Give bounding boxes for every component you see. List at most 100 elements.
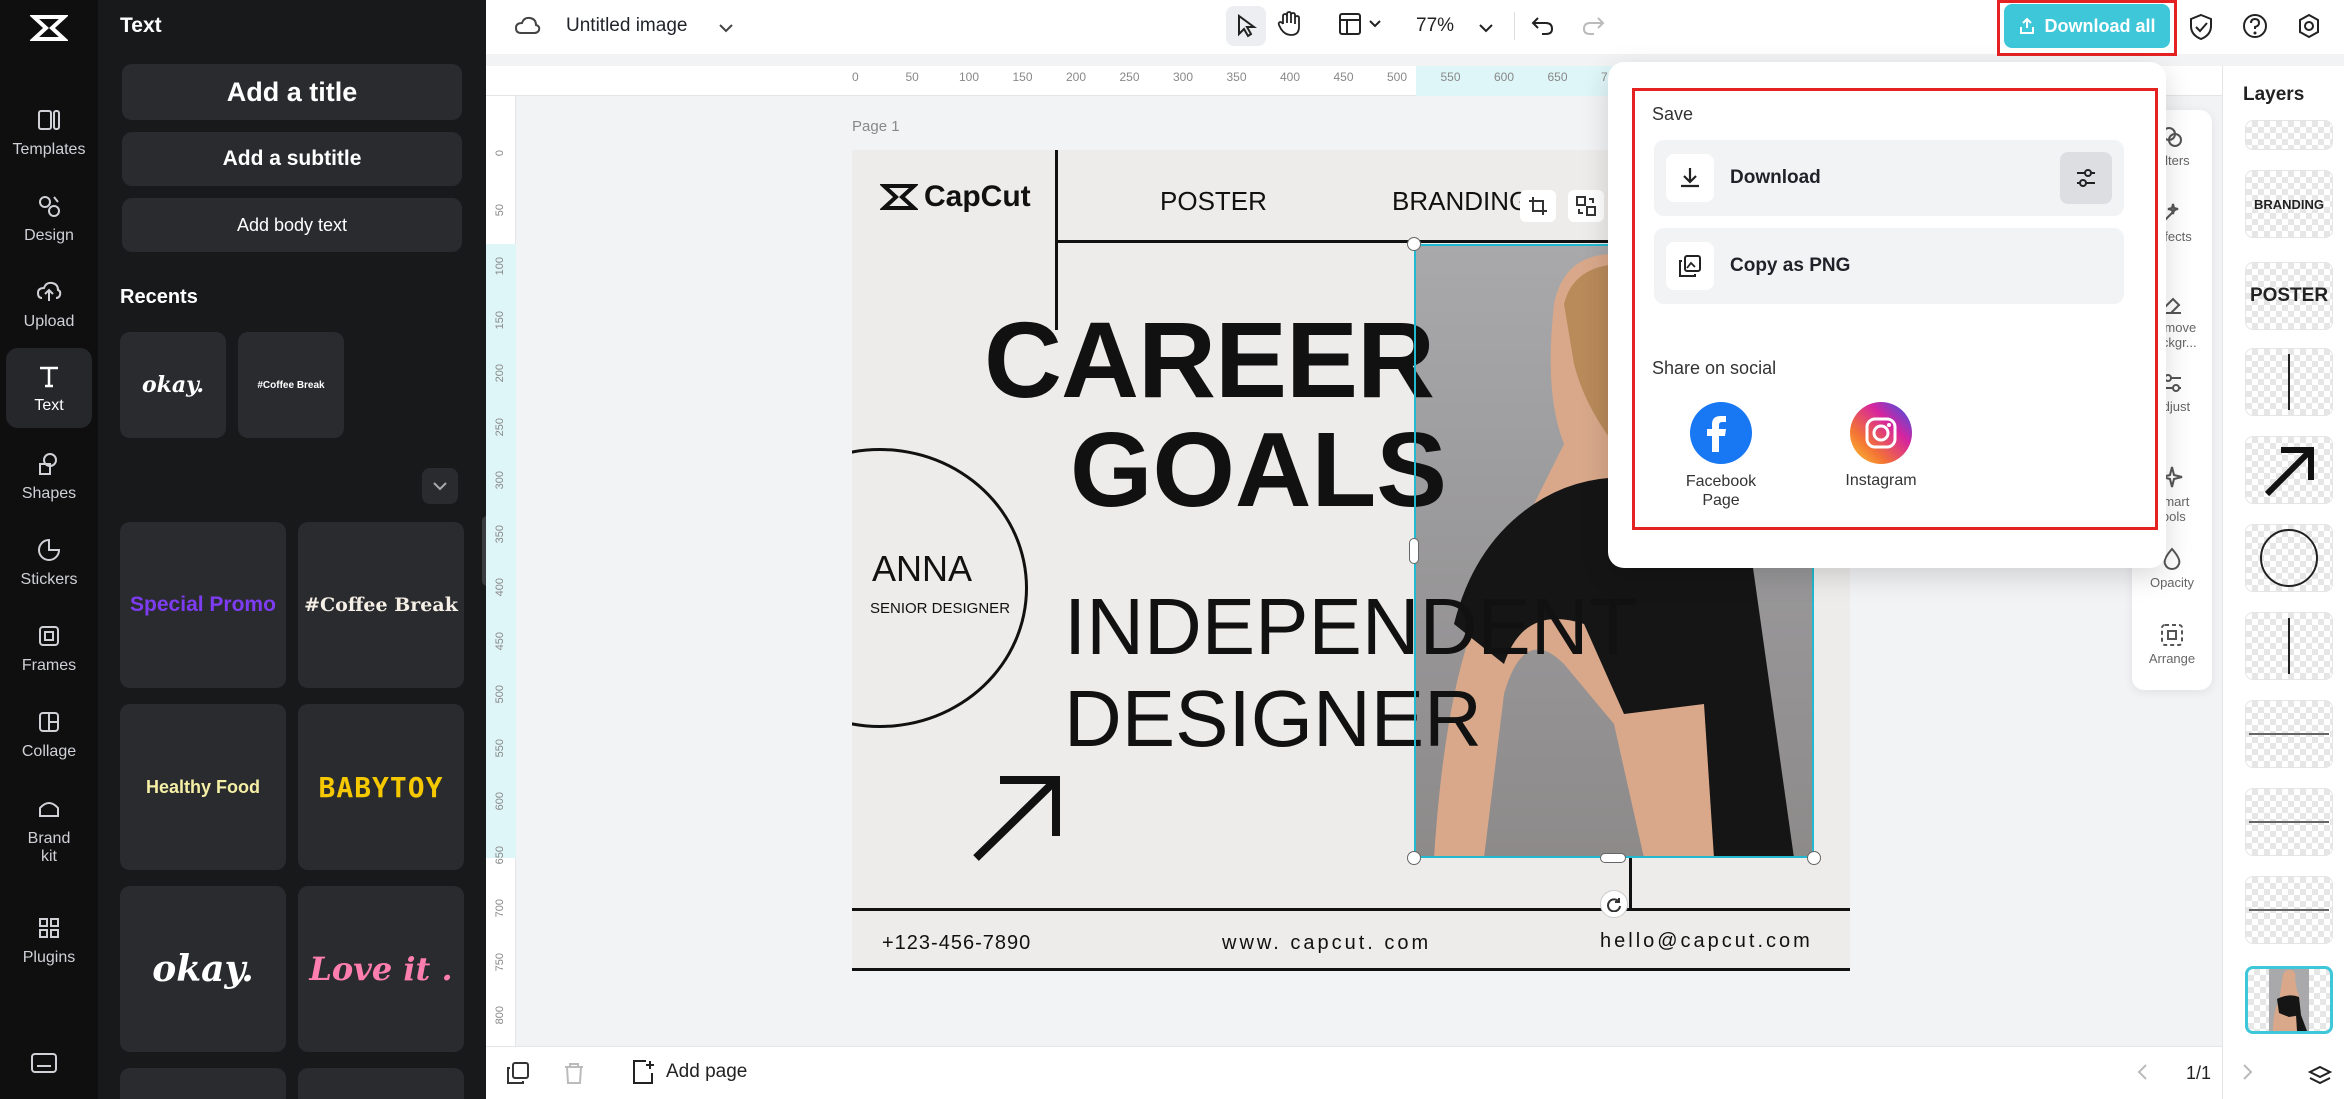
footer-email[interactable]: hello@capcut.com — [1600, 930, 1813, 953]
duplicate-page-icon[interactable] — [506, 1061, 530, 1090]
bottom-bar: Add page 1/1 — [486, 1046, 2253, 1099]
text-template-tile[interactable]: okay. — [120, 886, 286, 1052]
footer-phone[interactable]: +123-456-7890 — [882, 932, 1031, 955]
hand-tool-button[interactable] — [1276, 10, 1302, 43]
rail-upload[interactable]: Upload — [6, 264, 92, 344]
text-template-tile[interactable] — [120, 1068, 286, 1099]
text-template-tile[interactable]: Healthy Food — [120, 704, 286, 870]
rail-label: Text — [34, 397, 64, 414]
add-title-button[interactable]: Add a title — [122, 64, 462, 120]
layer-thumb-vline[interactable] — [2245, 348, 2333, 416]
rail-stickers[interactable]: Stickers — [6, 522, 92, 602]
page-counter: 1/1 — [2186, 1063, 2212, 1083]
ruler-tick-label: 650 — [494, 845, 506, 864]
doc-title[interactable]: Untitled image — [566, 15, 687, 37]
rail-text[interactable]: Text — [6, 348, 92, 428]
layers-title: Layers — [2243, 84, 2305, 105]
nav-branding[interactable]: BRANDING — [1392, 186, 1529, 217]
layout-menu-button[interactable] — [1338, 12, 1382, 36]
rail-plugins[interactable]: Plugins — [6, 900, 92, 980]
headline-goals[interactable]: GOALS — [1070, 410, 1447, 530]
model-photo-thumb — [2269, 969, 2309, 1031]
role-text[interactable]: SENIOR DESIGNER — [870, 600, 1010, 617]
layers-stack-icon[interactable] — [2307, 1064, 2333, 1091]
layer-thumb-arrow[interactable] — [2245, 436, 2333, 504]
rail-frames[interactable]: Frames — [6, 608, 92, 688]
cloud-sync-icon[interactable] — [514, 14, 542, 43]
toolbar-divider — [1514, 12, 1515, 40]
add-page-icon — [633, 1060, 654, 1084]
rail-brand-kit[interactable]: Brand kit — [6, 780, 92, 880]
text-template-tile[interactable]: Love it . — [298, 886, 464, 1052]
layer-thumb-vline[interactable] — [2245, 612, 2333, 680]
next-page-chevron-icon[interactable] — [2242, 1063, 2254, 1086]
resize-handle[interactable] — [1807, 851, 1821, 865]
settings-icon[interactable] — [2296, 13, 2322, 44]
recent-item[interactable]: #Coffee Break — [238, 332, 344, 438]
arrow-up-right-icon[interactable] — [970, 772, 1064, 869]
select-tool-button[interactable] — [1226, 6, 1266, 46]
nav-poster[interactable]: POSTER — [1160, 186, 1267, 217]
layer-thumb-hline[interactable] — [2245, 876, 2333, 944]
resize-handle[interactable] — [1407, 237, 1421, 251]
layer-thumb-photo-selected[interactable] — [2245, 966, 2333, 1034]
layer-thumb-branding[interactable]: BRANDING — [2245, 170, 2333, 238]
zoom-chevron-down-icon[interactable] — [1478, 20, 1494, 38]
add-body-text-button[interactable]: Add body text — [122, 198, 462, 252]
resize-handle[interactable] — [1409, 538, 1419, 564]
recent-item[interactable]: okay. — [120, 332, 226, 438]
ruler-tick-label: 500 — [1387, 70, 1408, 84]
delete-page-icon[interactable] — [562, 1061, 586, 1090]
recents-heading: Recents — [120, 286, 198, 308]
ruler-tick-label: 100 — [959, 70, 980, 84]
layer-thumb-hline[interactable] — [2245, 788, 2333, 856]
add-subtitle-button[interactable]: Add a subtitle — [122, 132, 462, 186]
layer-thumb-hline[interactable] — [2245, 700, 2333, 768]
ruler-tick-label: 400 — [494, 578, 506, 597]
left-rail: Templates Design Upload Text Shapes Stic… — [0, 0, 98, 1099]
footer-website[interactable]: www. capcut. com — [1222, 932, 1431, 955]
replace-button[interactable] — [1568, 190, 1604, 222]
rail-shapes[interactable]: Shapes — [6, 436, 92, 516]
prev-page-chevron-icon[interactable] — [2136, 1063, 2148, 1086]
ruler-tick-label: 750 — [494, 952, 506, 971]
redo-button[interactable] — [1580, 12, 1606, 43]
text-template-tile[interactable]: Special Promo — [120, 522, 286, 688]
undo-button[interactable] — [1530, 12, 1556, 43]
zoom-level[interactable]: 77% — [1416, 15, 1454, 37]
expand-chevron-icon[interactable] — [422, 468, 458, 504]
rail-label: Plugins — [22, 949, 76, 966]
rail-design[interactable]: Design — [6, 178, 92, 258]
text-template-tile[interactable]: BABYTOY — [298, 704, 464, 870]
layer-thumb-circle[interactable] — [2245, 524, 2333, 592]
resize-handle[interactable] — [1407, 851, 1421, 865]
layer-thumb[interactable] — [2245, 120, 2333, 150]
top-bar: Untitled image 77% Download all — [486, 0, 2344, 56]
help-icon[interactable] — [2242, 13, 2268, 44]
capcut-logo-icon — [880, 184, 918, 210]
hand-icon — [1277, 11, 1300, 36]
templates-icon — [34, 105, 64, 135]
add-page-button[interactable]: Add page — [632, 1059, 747, 1085]
rail-collage[interactable]: Collage — [6, 694, 92, 774]
resize-handle[interactable] — [1600, 853, 1626, 863]
rail-templates[interactable]: Templates — [6, 92, 92, 172]
capcut-logo-icon[interactable] — [24, 10, 74, 46]
title-chevron-down-icon[interactable] — [718, 20, 734, 38]
text-template-tile[interactable]: #Coffee Break — [298, 522, 464, 688]
undo-icon — [1531, 17, 1554, 35]
name-text[interactable]: ANNA — [872, 548, 972, 590]
ruler-tick-label: 550 — [1440, 70, 1461, 84]
frames-icon — [34, 621, 64, 651]
canvas-logo[interactable]: CapCut — [880, 180, 1031, 214]
shield-check-icon[interactable] — [2188, 13, 2214, 46]
layer-thumb-poster[interactable]: POSTER — [2245, 262, 2333, 330]
tool-arrange[interactable]: Arrange — [2132, 622, 2212, 666]
headline-career[interactable]: CAREER — [984, 300, 1435, 420]
crop-button[interactable] — [1520, 190, 1556, 222]
text-template-tile[interactable] — [298, 1068, 464, 1099]
ruler-tick-label: 650 — [1547, 70, 1568, 84]
keyboard-icon[interactable] — [30, 1052, 60, 1076]
ruler-tick-label: 0 — [852, 70, 859, 84]
rotate-handle-icon[interactable] — [1600, 890, 1628, 918]
